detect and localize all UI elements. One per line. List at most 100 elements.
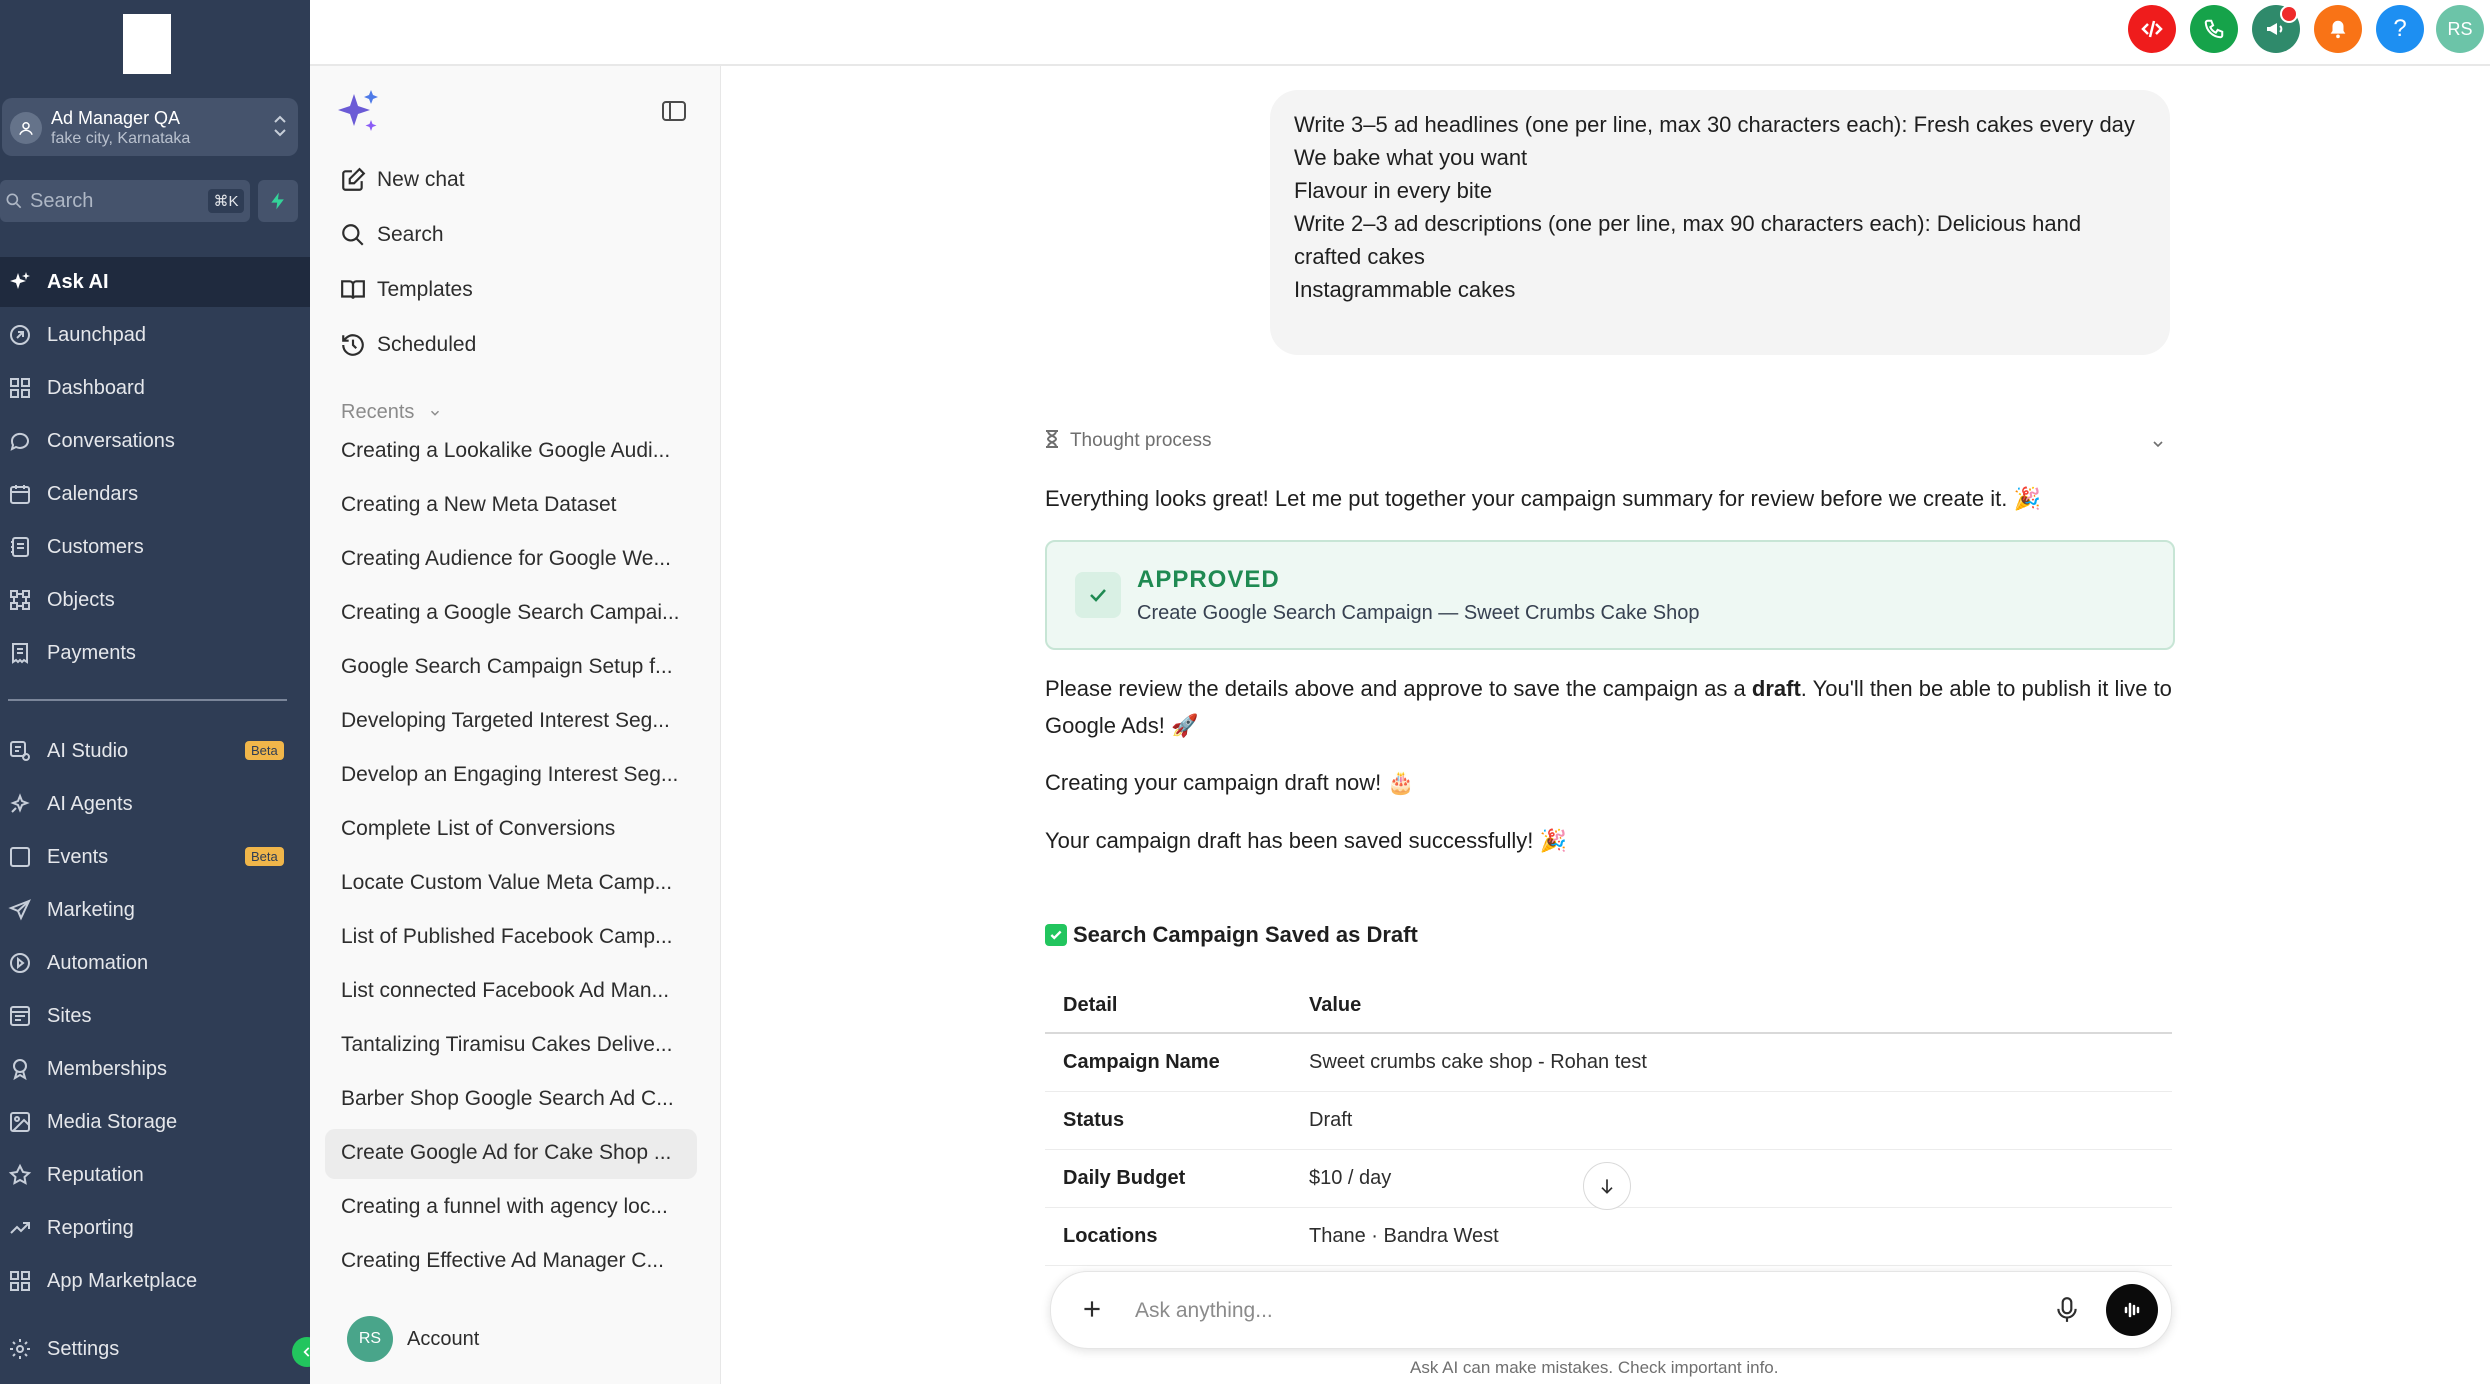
user-avatar[interactable]: RS	[2436, 5, 2484, 53]
recent-chat-title: Complete List of Conversions	[341, 817, 616, 840]
check-icon	[1075, 572, 1121, 618]
recent-chat-item[interactable]: Creating a Lookalike Google Audi...	[325, 427, 697, 477]
scroll-to-bottom-button[interactable]	[1583, 1162, 1631, 1210]
contacts-icon	[8, 535, 32, 559]
phone-button[interactable]	[2190, 5, 2238, 53]
nav-item-marketing[interactable]: Marketing	[0, 885, 310, 935]
thought-process-toggle[interactable]: Thought process	[1045, 430, 1211, 452]
templates-button[interactable]: Templates	[340, 270, 473, 310]
nav-item-dashboard[interactable]: Dashboard	[0, 363, 310, 413]
nav-item-objects[interactable]: Objects	[0, 575, 310, 625]
account-label: Account	[407, 1328, 480, 1350]
nav-item-events[interactable]: Events Beta	[0, 832, 310, 882]
nav-search[interactable]: Search ⌘K	[0, 180, 250, 222]
voice-mode-button[interactable]	[2106, 1284, 2158, 1336]
nav-item-label: Memberships	[47, 1058, 168, 1080]
nav-item-calendars[interactable]: Calendars	[0, 469, 310, 519]
microphone-button[interactable]	[2054, 1296, 2080, 1324]
recent-chat-item[interactable]: Locate Custom Value Meta Camp...	[325, 859, 697, 909]
nav-item-settings[interactable]: Settings	[0, 1324, 310, 1374]
search-chats-button[interactable]: Search	[340, 215, 444, 255]
section-title: Search Campaign Saved as Draft	[1045, 922, 1418, 948]
recent-chat-title: Locate Custom Value Meta Camp...	[341, 871, 673, 894]
sparkle-icon	[8, 270, 32, 294]
nav-item-label: Objects	[47, 589, 115, 611]
code-icon	[2140, 17, 2164, 41]
value-cell: Draft	[1291, 1091, 2172, 1150]
recent-chat-item[interactable]: Creating a Google Search Campai...	[325, 589, 697, 639]
recents-toggle[interactable]: Recents	[341, 401, 442, 424]
nav-item-automation[interactable]: Automation	[0, 938, 310, 988]
recent-chat-item[interactable]: Barber Shop Google Search Ad C...	[325, 1075, 697, 1125]
recent-chat-title: Google Search Campaign Setup f...	[341, 655, 673, 678]
table-row: Locations Thane · Bandra West	[1045, 1207, 2172, 1266]
recent-chat-item[interactable]: Develop an Engaging Interest Seg...	[325, 751, 697, 801]
account-menu[interactable]: RS Account	[347, 1316, 479, 1362]
nav-item-label: Automation	[47, 952, 149, 974]
nav-item-conversations[interactable]: Conversations	[0, 416, 310, 466]
recent-chat-item[interactable]: Tantalizing Tiramisu Cakes Delive...	[325, 1021, 697, 1071]
beta-badge: Beta	[245, 847, 284, 866]
nav-item-reporting[interactable]: Reporting	[0, 1203, 310, 1253]
nav-item-ask-ai[interactable]: Ask AI	[0, 257, 310, 307]
chevron-down-icon	[428, 406, 442, 420]
nav-item-payments[interactable]: Payments	[0, 628, 310, 678]
code-button[interactable]	[2128, 5, 2176, 53]
chevron-updown-icon	[272, 112, 288, 140]
ai-sparkle-icon	[338, 88, 380, 134]
add-attachment-button[interactable]	[1079, 1296, 1105, 1322]
bell-icon	[2327, 18, 2349, 40]
nav-item-label: Launchpad	[47, 324, 146, 346]
chat-input[interactable]	[1133, 1290, 2017, 1332]
nav-item-memberships[interactable]: Memberships	[0, 1044, 310, 1094]
scheduled-button[interactable]: Scheduled	[340, 325, 476, 365]
ai-agents-icon	[8, 792, 32, 816]
nav-item-label: Payments	[47, 642, 136, 664]
nav-item-launchpad[interactable]: Launchpad	[0, 310, 310, 360]
table-row: Campaign Name Sweet crumbs cake shop - R…	[1045, 1033, 2172, 1092]
notifications-button[interactable]	[2314, 5, 2362, 53]
recent-chat-title: Creating a New Meta Dataset	[341, 493, 617, 516]
nav-item-app-marketplace[interactable]: App Marketplace	[0, 1256, 310, 1306]
nav-item-label: Settings	[47, 1338, 120, 1360]
recent-chat-item[interactable]: List of Published Facebook Camp...	[325, 913, 697, 963]
help-button[interactable]: ?	[2376, 5, 2424, 53]
quick-action-button[interactable]	[258, 180, 298, 222]
recent-chat-item[interactable]: Creating a New Meta Dataset	[325, 481, 697, 531]
nav-item-customers[interactable]: Customers	[0, 522, 310, 572]
recent-chat-item[interactable]: Google Search Campaign Setup f...	[325, 643, 697, 693]
new-chat-button[interactable]: New chat	[340, 160, 465, 200]
thought-process-label: Thought process	[1069, 430, 1212, 451]
sidebar-toggle-button[interactable]	[661, 100, 687, 122]
recent-chat-item[interactable]: Creating Audience for Google We...	[325, 535, 697, 585]
user-message-bubble: Write 3–5 ad headlines (one per line, ma…	[1270, 90, 2170, 355]
check-box-icon	[1045, 924, 1067, 946]
send-icon	[8, 898, 32, 922]
recent-chat-title: Developing Targeted Interest Seg...	[341, 709, 670, 732]
announcements-button[interactable]	[2252, 5, 2300, 53]
recent-chat-item-selected[interactable]: Create Google Ad for Cake Shop ...	[325, 1129, 697, 1179]
value-cell: $10 / day	[1291, 1149, 2172, 1208]
nav-item-ai-agents[interactable]: AI Agents	[0, 779, 310, 829]
recent-chat-item[interactable]: Developing Targeted Interest Seg...	[325, 697, 697, 747]
recent-chat-item[interactable]: List connected Facebook Ad Man...	[325, 967, 697, 1017]
receipt-icon	[8, 641, 32, 665]
recent-chat-item[interactable]: Complete List of Conversions	[325, 805, 697, 855]
user-initials: RS	[2447, 18, 2473, 39]
history-icon	[340, 332, 366, 358]
approved-card: APPROVED Create Google Search Campaign —…	[1045, 540, 2175, 650]
account-switcher[interactable]: Ad Manager QA fake city, Karnataka	[2, 98, 298, 156]
nav-item-reputation[interactable]: Reputation	[0, 1150, 310, 1200]
table-row: Status Draft	[1045, 1091, 2172, 1150]
recent-chat-item[interactable]: Creating Effective Ad Manager C...	[325, 1237, 697, 1287]
star-icon	[8, 1163, 32, 1187]
nav-item-media-storage[interactable]: Media Storage	[0, 1097, 310, 1147]
company-logo[interactable]	[123, 14, 171, 74]
bolt-icon	[268, 191, 288, 211]
chevron-down-icon[interactable]	[2150, 436, 2166, 452]
badge-icon	[8, 1057, 32, 1081]
nav-item-ai-studio[interactable]: AI Studio Beta	[0, 726, 310, 776]
nav-item-sites[interactable]: Sites	[0, 991, 310, 1041]
recent-chat-item[interactable]: Creating a funnel with agency loc...	[325, 1183, 697, 1233]
book-icon	[340, 277, 366, 303]
